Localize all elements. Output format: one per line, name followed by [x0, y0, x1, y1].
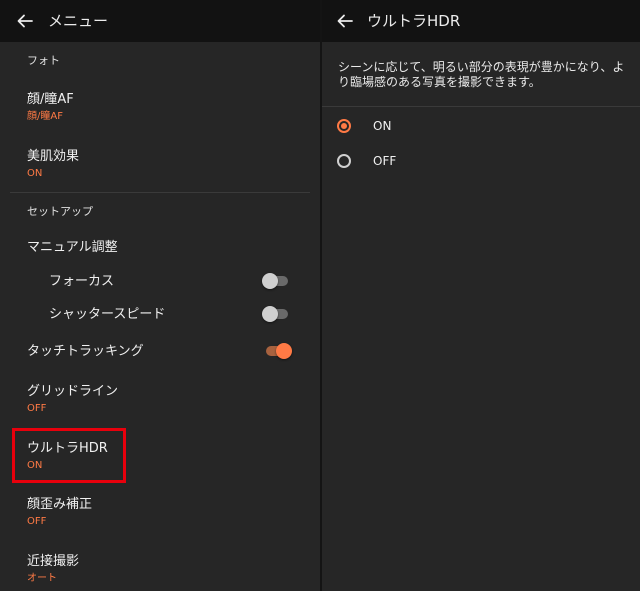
toggle-thumb: [262, 306, 278, 322]
section-header-setup: セットアップ: [27, 205, 93, 218]
touch-tracking-toggle[interactable]: [262, 341, 292, 361]
menu-item-title: 美肌効果: [27, 149, 80, 164]
menu-item-value: 顔/瞳AF: [27, 111, 63, 122]
section-header-photo: フォト: [27, 54, 60, 67]
toggle-thumb: [276, 343, 292, 359]
description-divider: [322, 106, 640, 107]
ultra-hdr-title: ウルトラHDR: [367, 12, 461, 30]
menu-item-title: 顔歪み補正: [27, 497, 93, 512]
ultra-hdr-description: シーンに応じて、明るい部分の表現が豊かになり、より臨場感のある写真を撮影できます…: [338, 60, 625, 89]
radio-button-on[interactable]: [337, 119, 351, 133]
highlight-box: [12, 428, 126, 483]
menu-title: メニュー: [48, 12, 109, 30]
menu-item-value: ON: [27, 168, 43, 179]
menu-item-title: 顔/瞳AF: [27, 92, 74, 107]
option-label-off: OFF: [373, 154, 397, 168]
menu-app-bar: メニュー: [0, 0, 320, 42]
radio-button-off[interactable]: [337, 154, 351, 168]
menu-item-title: 近接撮影: [27, 554, 80, 569]
menu-panel: メニュー フォト 顔/瞳AF 顔/瞳AF 美肌効果 ON セットアップ マニュア…: [0, 0, 320, 591]
ultra-hdr-app-bar: ウルトラHDR: [322, 0, 640, 42]
menu-item-value: OFF: [27, 403, 47, 414]
back-arrow-icon[interactable]: [336, 12, 354, 30]
menu-item-value: オート: [27, 573, 57, 584]
menu-item-title: グリッドライン: [27, 384, 119, 399]
section-divider: [10, 192, 310, 193]
menu-item-title: タッチトラッキング: [27, 344, 144, 359]
ultra-hdr-panel: ウルトラHDR シーンに応じて、明るい部分の表現が豊かになり、より臨場感のある写…: [322, 0, 640, 591]
menu-item-manual-adjust: マニュアル調整: [27, 240, 118, 255]
toggle-thumb: [262, 273, 278, 289]
menu-item-value: OFF: [27, 516, 47, 527]
menu-item-title: フォーカス: [49, 274, 115, 289]
focus-toggle[interactable]: [262, 271, 290, 291]
back-arrow-icon[interactable]: [16, 12, 34, 30]
option-label-on: ON: [373, 119, 392, 133]
shutter-speed-toggle[interactable]: [262, 304, 290, 324]
screen: メニュー フォト 顔/瞳AF 顔/瞳AF 美肌効果 ON セットアップ マニュア…: [0, 0, 640, 591]
menu-item-title: シャッタースピード: [49, 307, 166, 322]
